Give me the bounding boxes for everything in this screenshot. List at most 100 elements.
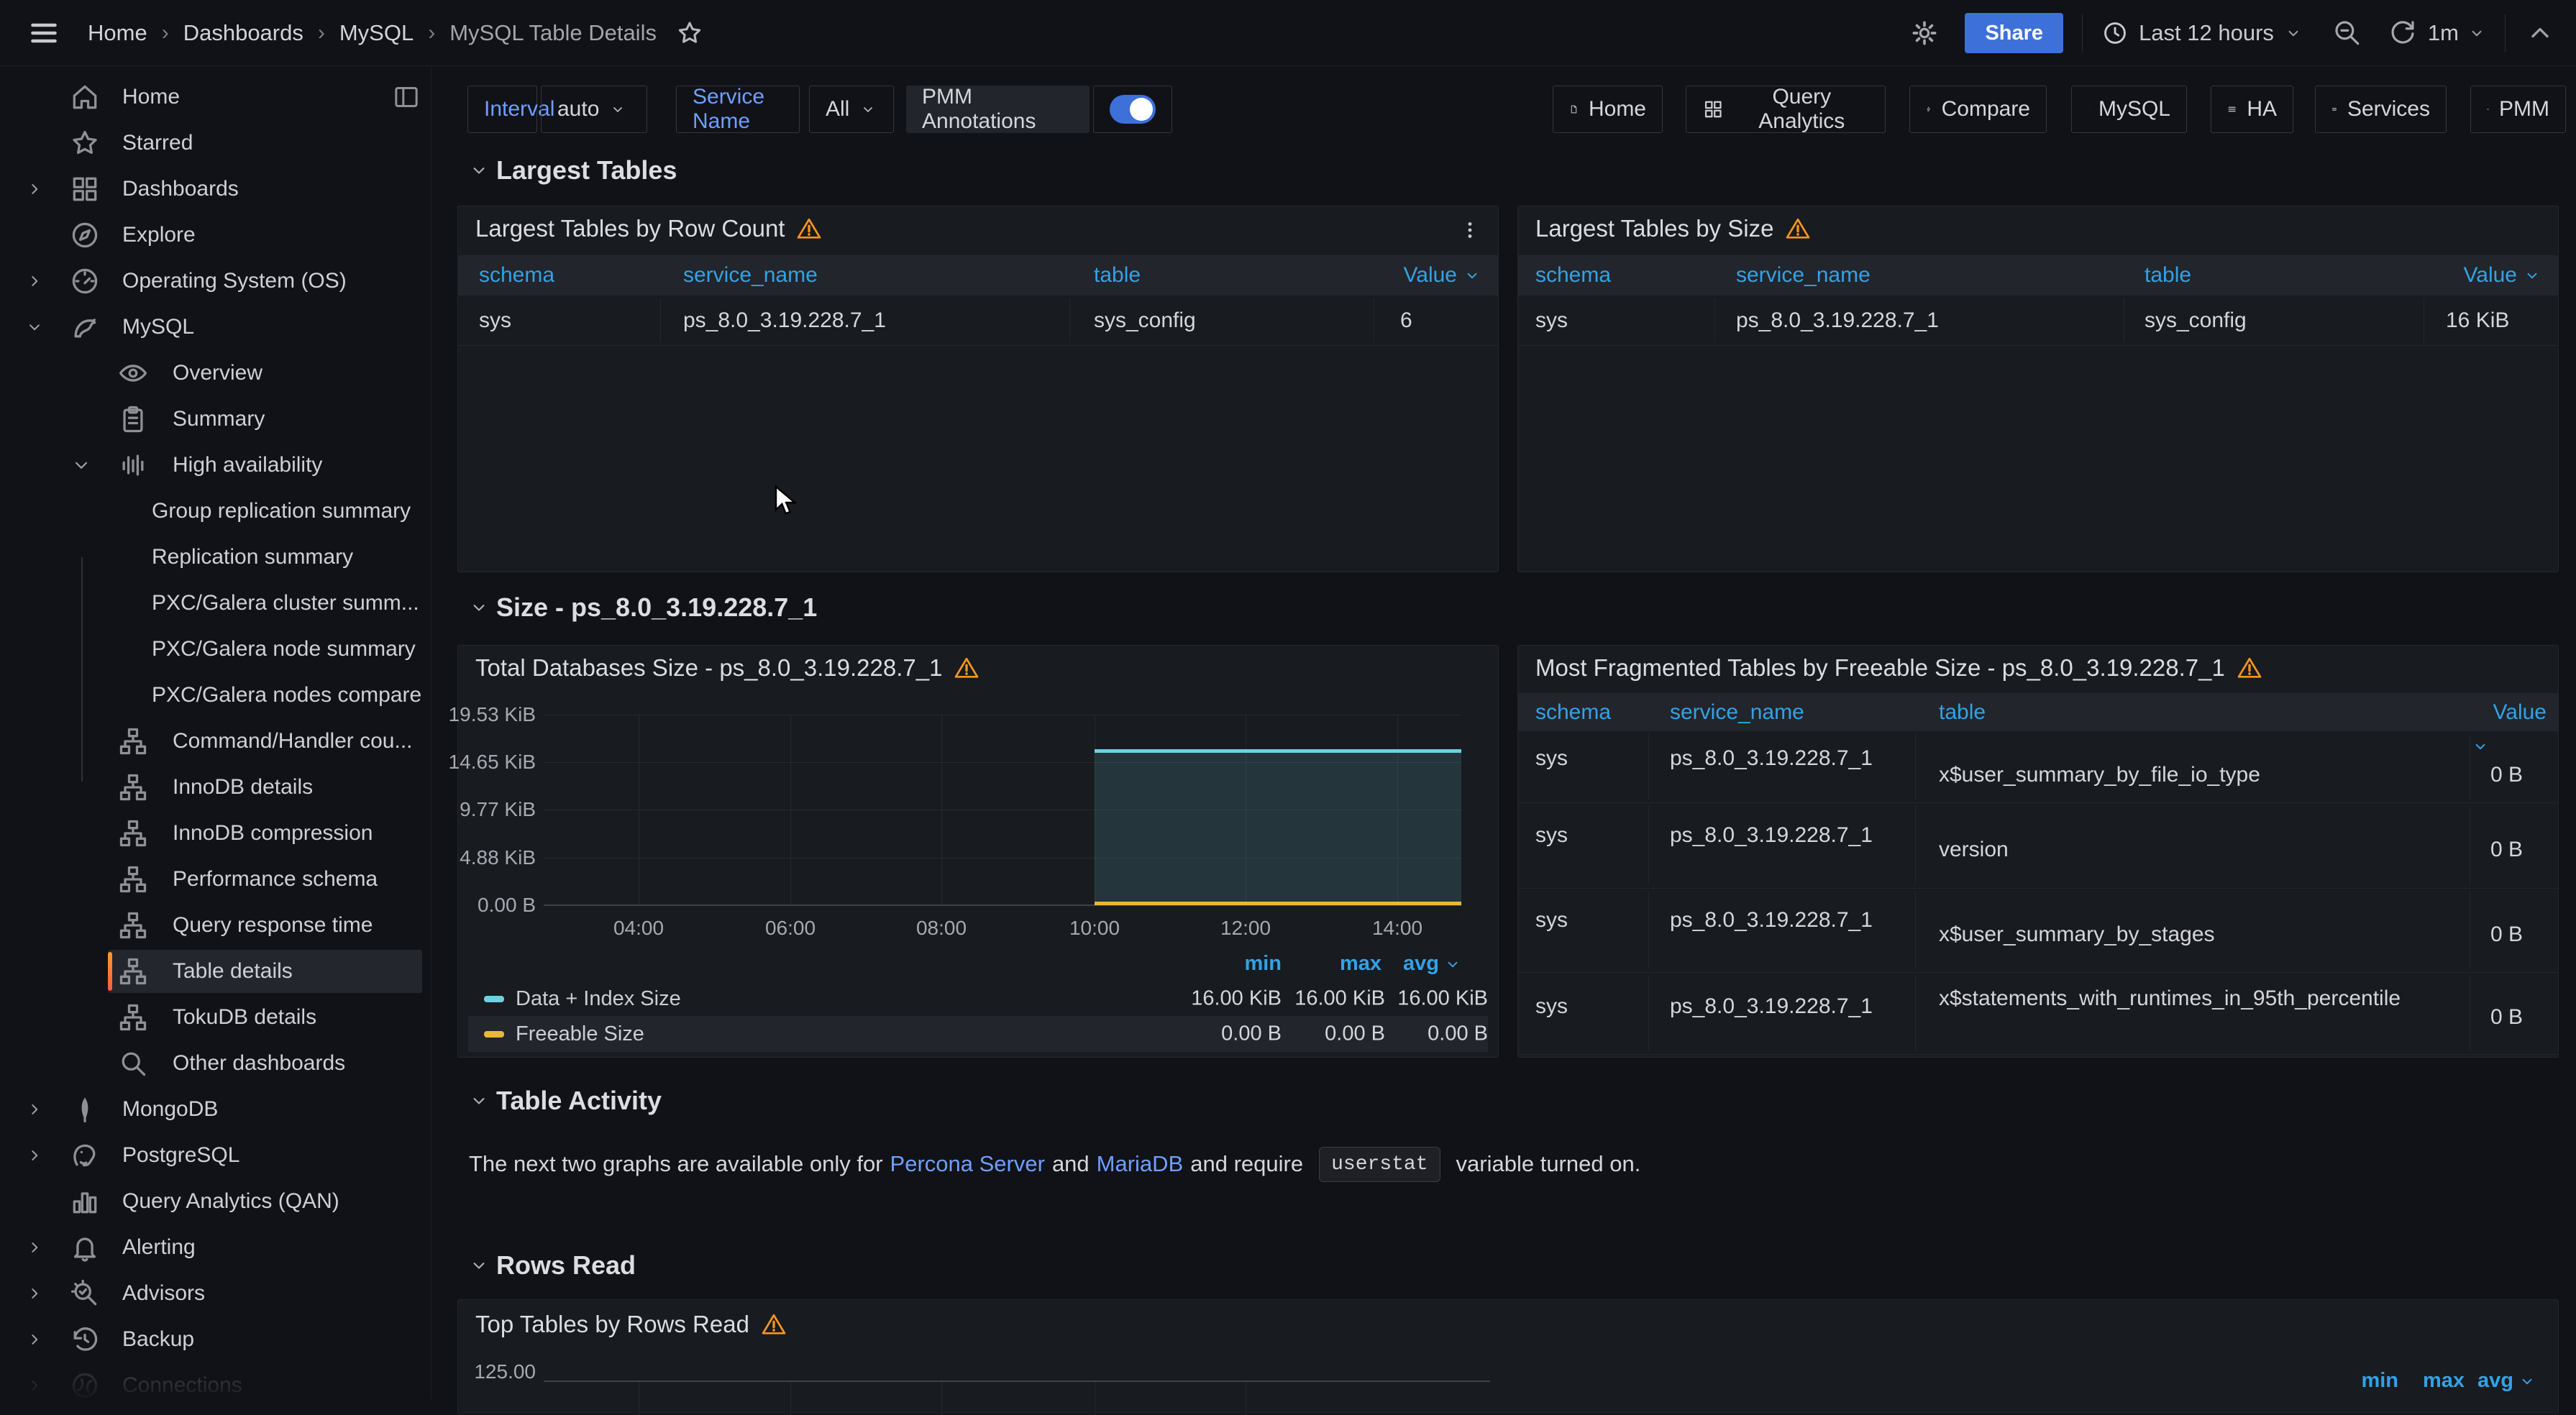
panel-title[interactable]: Top Tables by Rows Read: [475, 1311, 749, 1338]
time-range-picker[interactable]: Last 12 hours: [2101, 19, 2303, 47]
sidebar-item-mysql[interactable]: MySQL: [0, 304, 431, 350]
column-header-service-name[interactable]: service_name: [1736, 263, 1871, 288]
table-row[interactable]: sys ps_8.0_3.19.228.7_1 version 0 B: [1518, 803, 2558, 889]
share-button[interactable]: Share: [1965, 13, 2063, 53]
panel-title[interactable]: Total Databases Size - ps_8.0_3.19.228.7…: [475, 654, 942, 682]
chevron-right-icon[interactable]: [20, 1325, 49, 1354]
sidebar-item-high-availability[interactable]: High availability: [0, 442, 431, 488]
legend-stat-max[interactable]: max: [1340, 952, 1381, 976]
sidebar-item-replication-summary[interactable]: Replication summary: [0, 534, 431, 580]
warning-icon[interactable]: [761, 1311, 787, 1337]
sidebar-item-explore[interactable]: Explore: [0, 212, 431, 258]
column-header-value[interactable]: Value: [2493, 700, 2547, 725]
mariadb-link[interactable]: MariaDB: [1097, 1151, 1184, 1177]
panel-title[interactable]: Most Fragmented Tables by Freeable Size …: [1535, 654, 2225, 682]
chevron-right-icon[interactable]: [20, 1095, 49, 1124]
sidebar-item-command-handler-counters[interactable]: Command/Handler cou...: [0, 718, 431, 764]
section-rows-read[interactable]: Rows Read: [469, 1250, 636, 1281]
table-row[interactable]: sys ps_8.0_3.19.228.7_1 sys_config 6: [458, 296, 1498, 346]
menu-toggle-icon[interactable]: [27, 17, 60, 49]
chevron-right-icon[interactable]: [20, 175, 49, 203]
sidebar-item-query-analytics[interactable]: Query Analytics (QAN): [0, 1178, 431, 1224]
legend-row-data-index-size[interactable]: Data + Index Size 16.00 KiB 16.00 KiB 16…: [484, 981, 1488, 1016]
pmm-annotations-toggle[interactable]: [1093, 86, 1172, 133]
breadcrumb-dashboards[interactable]: Dashboards: [183, 20, 303, 46]
sidebar-item-connections[interactable]: Connections: [0, 1363, 431, 1399]
sidebar-item-pxc-node-summary[interactable]: PXC/Galera node summary: [0, 626, 431, 672]
column-header-value[interactable]: Value: [2463, 263, 2541, 288]
panel-menu-kebab-icon[interactable]: [1458, 218, 1482, 242]
sidebar-item-mongodb[interactable]: MongoDB: [0, 1086, 431, 1132]
legend-row-freeable-size[interactable]: Freeable Size 0.00 B 0.00 B 0.00 B: [468, 1016, 1488, 1052]
column-header-table[interactable]: table: [2145, 263, 2191, 288]
table-row[interactable]: sys ps_8.0_3.19.228.7_1 sys_config 16 Ki…: [1518, 296, 2558, 346]
sidebar-item-overview[interactable]: Overview: [0, 350, 431, 396]
sidebar-item-table-details[interactable]: Table details: [0, 948, 431, 994]
section-largest-tables[interactable]: Largest Tables: [469, 155, 677, 186]
legend-stat-max[interactable]: max: [2423, 1369, 2465, 1393]
dashboard-settings-gear-icon[interactable]: [1909, 17, 1940, 49]
sidebar-item-postgresql[interactable]: PostgreSQL: [0, 1132, 431, 1178]
warning-icon[interactable]: [954, 655, 979, 681]
link-button-services[interactable]: Services: [2315, 86, 2447, 133]
panel-title[interactable]: Largest Tables by Size: [1535, 215, 1773, 242]
sidebar-item-performance-schema[interactable]: Performance schema: [0, 856, 431, 902]
service-name-variable-select[interactable]: All: [809, 86, 894, 133]
sidebar-item-other-dashboards[interactable]: Other dashboards: [0, 1040, 431, 1086]
warning-icon[interactable]: [1785, 216, 1811, 242]
column-header-service-name[interactable]: service_name: [683, 263, 818, 288]
sidebar-item-starred[interactable]: Starred: [0, 120, 431, 166]
refresh-interval-value[interactable]: 1m: [2428, 20, 2459, 46]
sidebar-item-summary[interactable]: Summary: [0, 396, 431, 442]
collapse-caret-icon[interactable]: [2524, 17, 2556, 49]
link-button-query-analytics[interactable]: Query Analytics: [1686, 86, 1886, 133]
sidebar-item-backup[interactable]: Backup: [0, 1316, 431, 1363]
interval-variable-select[interactable]: auto: [541, 86, 647, 133]
sidebar-item-alerting[interactable]: Alerting: [0, 1224, 431, 1270]
table-row[interactable]: sys ps_8.0_3.19.228.7_1 x$user_summary_b…: [1518, 889, 2558, 973]
favorite-star-icon[interactable]: [675, 19, 704, 47]
breadcrumb-home[interactable]: Home: [88, 20, 147, 46]
column-header-service-name[interactable]: service_name: [1670, 700, 1804, 725]
sidebar-item-innodb-details[interactable]: InnoDB details: [0, 764, 431, 810]
legend-stat-avg[interactable]: avg: [2477, 1369, 2536, 1393]
column-header-schema[interactable]: schema: [1535, 263, 1611, 288]
legend-stat-min[interactable]: min: [1244, 952, 1282, 976]
sidebar-item-dashboards[interactable]: Dashboards: [0, 166, 431, 212]
percona-server-link[interactable]: Percona Server: [890, 1151, 1045, 1177]
chevron-down-icon[interactable]: [2467, 24, 2486, 42]
refresh-icon[interactable]: [2388, 17, 2419, 49]
column-header-table[interactable]: table: [1094, 263, 1141, 288]
column-header-value[interactable]: Value: [1403, 263, 1481, 288]
chevron-right-icon[interactable]: [20, 1141, 49, 1170]
section-size[interactable]: Size - ps_8.0_3.19.228.7_1: [469, 592, 817, 623]
link-button-mysql[interactable]: MySQL: [2071, 86, 2187, 133]
sidebar-item-pxc-cluster-summary[interactable]: PXC/Galera cluster summ...: [0, 580, 431, 626]
breadcrumb-mysql[interactable]: MySQL: [339, 20, 414, 46]
sidebar-item-query-response-time[interactable]: Query response time: [0, 902, 431, 948]
section-table-activity[interactable]: Table Activity: [469, 1086, 662, 1116]
zoom-out-time-icon[interactable]: [2331, 17, 2363, 49]
column-header-schema[interactable]: schema: [479, 263, 554, 288]
chevron-down-icon[interactable]: [70, 454, 92, 476]
link-button-ha[interactable]: HA: [2211, 86, 2293, 133]
sidebar-item-advisors[interactable]: Advisors: [0, 1270, 431, 1316]
sidebar-item-innodb-compression[interactable]: InnoDB compression: [0, 810, 431, 856]
link-button-pmm[interactable]: PMM: [2470, 86, 2566, 133]
panel-title[interactable]: Largest Tables by Row Count: [475, 215, 785, 242]
sidebar-item-operating-system[interactable]: Operating System (OS): [0, 258, 431, 304]
chevron-right-icon[interactable]: [20, 1233, 49, 1262]
dock-sidebar-icon[interactable]: [392, 83, 421, 111]
sidebar-item-tokudb-details[interactable]: TokuDB details: [0, 994, 431, 1040]
legend-stat-min[interactable]: min: [2361, 1369, 2398, 1393]
warning-icon[interactable]: [2237, 655, 2262, 681]
sidebar-item-home[interactable]: Home: [0, 74, 431, 120]
chevron-right-icon[interactable]: [20, 1371, 49, 1399]
column-header-schema[interactable]: schema: [1535, 700, 1611, 725]
legend-stat-avg[interactable]: avg: [1403, 952, 1462, 976]
sort-desc-icon[interactable]: [2471, 737, 2490, 756]
table-row[interactable]: sys ps_8.0_3.19.228.7_1 x$statements_wit…: [1518, 973, 2558, 1055]
link-button-compare[interactable]: Compare: [1909, 86, 2047, 133]
chevron-down-icon[interactable]: [20, 313, 49, 342]
table-row[interactable]: sys ps_8.0_3.19.228.7_1 x$user_summary_b…: [1518, 731, 2558, 803]
